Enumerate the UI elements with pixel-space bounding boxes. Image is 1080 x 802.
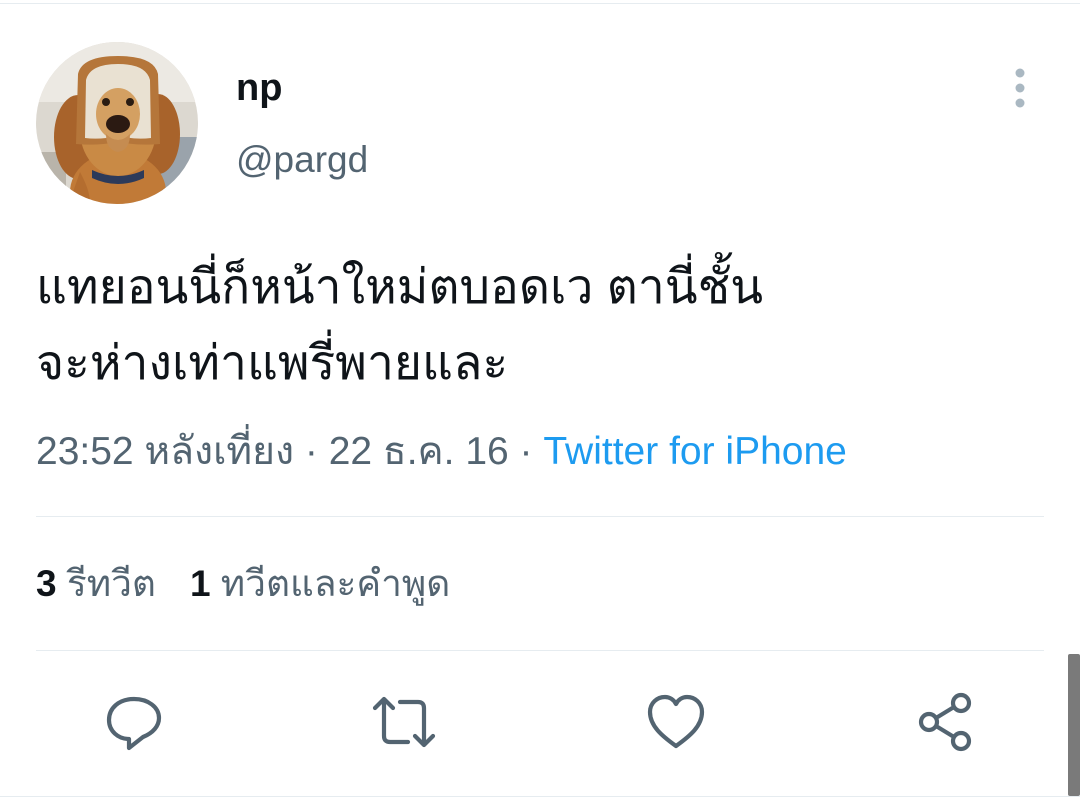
tweet-date[interactable]: 22 ธ.ค. 16 — [329, 430, 509, 473]
heart-icon — [647, 694, 705, 749]
share-icon — [918, 692, 972, 752]
tweet-source-link[interactable]: Twitter for iPhone — [543, 430, 846, 473]
quotes-label: ทวีตและคำพูด — [220, 563, 451, 604]
tweet-text: แทยอนนี่ก็หน้าใหม่ตบอดเว ตานี่ชั้น จะห่า… — [36, 250, 1036, 402]
meta-separator: · — [519, 430, 533, 473]
tweet-meta: 23:52 หลังเที่ยง · 22 ธ.ค. 16 · Twitter … — [36, 428, 847, 476]
tweet-time[interactable]: 23:52 หลังเที่ยง — [36, 430, 294, 473]
tweet-stats: 3 รีทวีต 1 ทวีตและคำพูด — [36, 560, 450, 608]
meta-separator: · — [304, 430, 318, 473]
quotes-count: 1 — [189, 563, 211, 604]
reply-button[interactable] — [102, 690, 166, 754]
more-vertical-icon — [1015, 68, 1025, 108]
more-options-button[interactable] — [1002, 66, 1038, 112]
avatar[interactable] — [36, 42, 198, 204]
scrollbar[interactable] — [1068, 654, 1080, 796]
retweet-button[interactable] — [372, 690, 436, 754]
top-divider — [0, 3, 1080, 4]
retweets-stat[interactable]: 3 รีทวีต — [36, 563, 156, 604]
display-name[interactable]: np — [236, 66, 282, 110]
tweet-text-line: แทยอนนี่ก็หน้าใหม่ตบอดเว ตานี่ชั้น — [36, 261, 764, 314]
bottom-divider — [0, 796, 1080, 797]
retweets-label: รีทวีต — [66, 563, 156, 604]
share-button[interactable] — [914, 690, 978, 754]
quotes-stat[interactable]: 1 ทวีตและคำพูด — [190, 563, 450, 604]
user-handle[interactable]: @pargd — [236, 138, 368, 182]
like-button[interactable] — [644, 690, 708, 754]
retweet-icon — [372, 696, 436, 748]
divider — [36, 516, 1044, 517]
divider — [36, 650, 1044, 651]
retweets-count: 3 — [36, 563, 57, 604]
reply-icon — [106, 696, 162, 751]
dog-with-bread-avatar-image — [36, 42, 198, 204]
tweet-text-line: จะห่างเท่าแพรี่พายและ — [36, 337, 509, 390]
